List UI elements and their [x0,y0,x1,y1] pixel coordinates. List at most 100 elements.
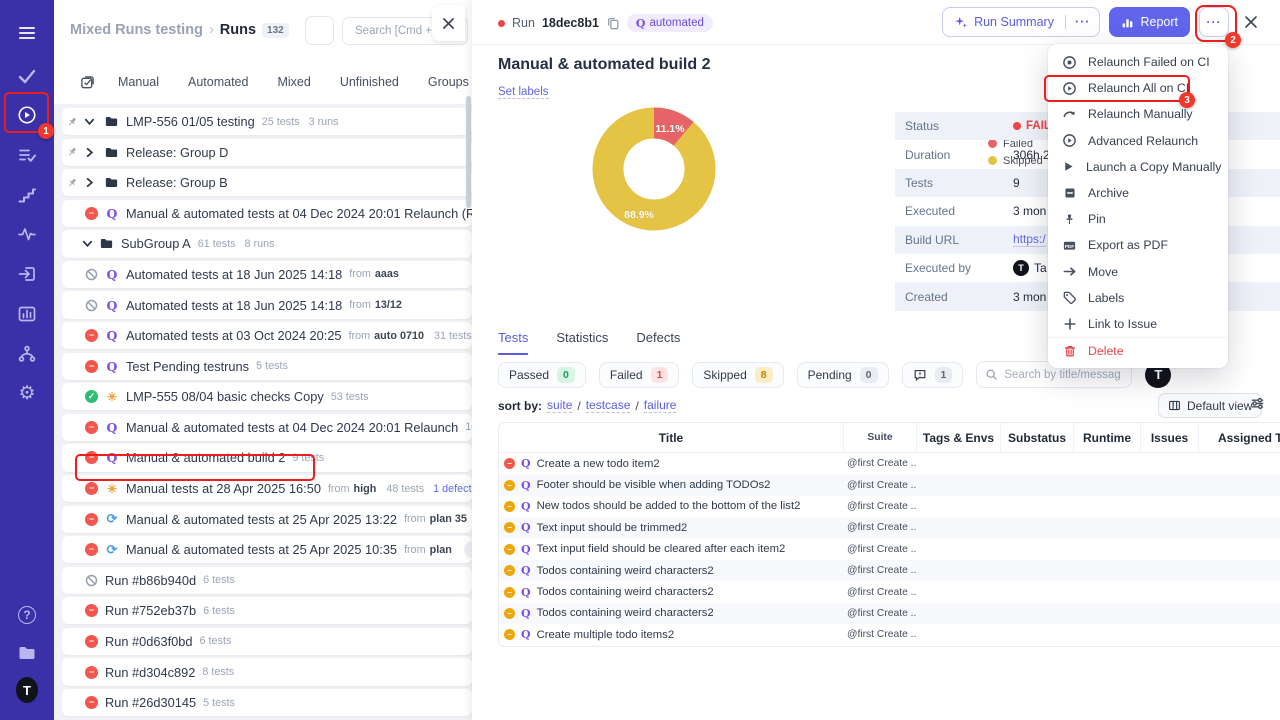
table-settings-icon[interactable] [1250,396,1265,414]
runs-tab-automated[interactable]: Automated [188,75,248,89]
menu-item-relaunch-failed-on-ci[interactable]: Relaunch Failed on CI [1048,49,1228,75]
run-list-item[interactable]: − Q Manual & automated tests at 04 Dec 202… [62,199,472,227]
report-button[interactable]: Report [1109,7,1190,37]
breadcrumb-project[interactable]: Mixed Runs testing [70,22,203,38]
sidebar-branch-icon[interactable] [16,343,38,365]
default-view-button[interactable]: Default view [1158,393,1263,418]
column-header[interactable]: Runtime [1074,423,1141,452]
sidebar-menu-icon[interactable] [16,22,38,44]
chevron-right-icon[interactable] [83,146,96,159]
menu-item-labels[interactable]: Labels [1048,285,1228,311]
sidebar-gear-icon[interactable]: ⚙ [16,382,38,404]
test-row[interactable]: − Q Text input should be trimmed2 @first C… [499,517,1280,539]
menu-item-relaunch-manually[interactable]: Relaunch Manually [1048,101,1228,127]
sidebar-activity-icon[interactable] [16,223,38,245]
run-list-item[interactable]: − Q Test Pending testruns 5 tests [62,352,472,380]
run-group-item[interactable]: Release: Group D [62,138,472,166]
test-row[interactable]: − Q Todos containing weird characters2 @fi… [499,559,1280,582]
select-runs-icon[interactable] [80,75,95,90]
tab-tests[interactable]: Tests [498,330,529,355]
run-list-item[interactable]: − Q Automated tests at 03 Oct 2024 20:25 fr… [62,322,472,350]
menu-item-relaunch-all-on-ci[interactable]: Relaunch All on CI [1048,75,1228,101]
test-row[interactable]: − Q Todos containing weird characters2 @fi… [499,602,1280,625]
set-labels-link[interactable]: Set labels [498,86,549,99]
column-header[interactable]: Tags & Envs [917,423,1001,452]
build-url-link[interactable]: https:/ [1013,232,1046,248]
test-row[interactable]: − Q Create multiple todo items2 @first Cre… [499,624,1280,645]
sidebar-play-circle-icon[interactable] [16,104,38,126]
menu-item-export-as-pdf[interactable]: PDF Export as PDF [1048,232,1228,258]
run-list-item[interactable]: − Run #752eb37b 6 tests [62,597,472,625]
sidebar-help-icon[interactable]: ? [16,604,38,626]
test-row[interactable]: − Q Footer should be visible when adding T… [499,474,1280,496]
column-header[interactable]: Suite [844,423,917,452]
column-header[interactable]: Substatus [1001,423,1074,452]
run-group-item[interactable]: SubGroup A 61 tests 8 runs [62,230,472,258]
breadcrumb-section[interactable]: Runs [220,22,256,38]
run-list-item[interactable]: Q Automated tests at 18 Jun 2025 14:18 fro… [62,291,472,319]
automated-tag[interactable]: Q automated [626,14,713,32]
menu-item-delete[interactable]: Delete [1048,337,1228,363]
sidebar-bar-chart-icon[interactable] [16,303,38,325]
runs-tab-manual[interactable]: Manual [118,75,159,89]
sidebar-login-icon[interactable] [16,263,38,285]
test-row[interactable]: − Q New todos should be added to the botto… [499,496,1280,517]
runs-scrollbar[interactable] [466,96,471,208]
run-list-item[interactable]: Q Automated tests at 18 Jun 2025 14:18 fro… [62,260,472,289]
defects-link[interactable]: 1 defects [433,483,472,495]
run-list-item[interactable]: − ⟳ Manual & automated tests at 25 Apr 202… [62,536,472,564]
comments-filter-pill[interactable]: 1 [901,361,964,388]
filter-button[interactable] [305,16,334,45]
sidebar-folder-icon[interactable] [16,642,38,664]
run-summary-more-button[interactable]: ··· [1064,15,1100,29]
run-group-item[interactable]: LMP-556 01/05 testing 25 tests 3 runs [62,108,472,136]
column-header[interactable]: Issues [1141,423,1199,452]
runs-tab-groups[interactable]: Groups [428,75,469,89]
run-summary-button[interactable]: Run Summary ··· [942,7,1101,37]
menu-item-move[interactable]: Move [1048,259,1228,285]
sidebar-check-icon[interactable] [16,65,38,87]
tab-defects[interactable]: Defects [636,330,680,355]
run-list-item[interactable]: − ✳ Manual tests at 28 Apr 2025 16:50 from h… [62,474,472,503]
chevron-down-icon[interactable] [83,115,96,128]
run-list-item[interactable]: ✓ ✳ LMP-555 08/04 basic checks Copy 53 test… [62,383,472,411]
menu-item-pin[interactable]: Pin [1048,206,1228,232]
run-list-item[interactable]: − Q Manual & automated build 2 9 tests [62,444,472,472]
sidebar-list-check-icon[interactable] [16,144,38,166]
test-row[interactable]: − Q Text input field should be cleared aft… [499,539,1280,560]
sort-link-testcase[interactable]: testcase [585,398,631,413]
run-group-item[interactable]: Release: Group B [62,169,472,197]
run-list-item[interactable]: − Run #0d63f0bd 6 tests [62,627,472,656]
tab-statistics[interactable]: Statistics [556,330,608,355]
menu-item-archive[interactable]: Archive [1048,180,1228,206]
run-list-item[interactable]: − Run #26d30145 5 tests [62,688,472,717]
sort-link-suite[interactable]: suite [547,398,573,413]
tests-search-input[interactable] [1004,368,1121,381]
test-row[interactable]: − Q Create a new todo item2 @first Create … [499,453,1280,474]
copy-icon[interactable] [606,16,620,30]
menu-item-launch-a-copy-manually[interactable]: Launch a Copy Manually [1048,154,1228,180]
run-list-item[interactable]: Run #b86b940d 6 tests [62,566,472,594]
sidebar-avatar[interactable]: T [16,677,38,703]
filter-pill-skipped[interactable]: Skipped 8 [692,361,784,388]
more-actions-button[interactable]: ··· [1199,7,1229,37]
sidebar-steps-icon[interactable] [16,184,38,206]
runs-search-input[interactable] [355,25,443,37]
detail-close-button[interactable] [1244,15,1258,29]
chevron-right-icon[interactable] [83,176,96,189]
menu-item-advanced-relaunch[interactable]: Advanced Relaunch [1048,128,1228,154]
run-list-item[interactable]: − Run #d304c892 8 tests [62,658,472,686]
panel-close-button[interactable] [432,5,465,41]
run-list-item[interactable]: − Q Manual & automated tests at 04 Dec 202… [62,413,472,441]
runs-tab-unfinished[interactable]: Unfinished [340,75,399,89]
chevron-down-icon[interactable] [81,237,94,250]
filter-pill-passed[interactable]: Passed 0 [498,361,586,388]
menu-item-link-to-issue[interactable]: Link to Issue [1048,311,1228,337]
runs-tab-mixed[interactable]: Mixed [277,75,310,89]
test-row[interactable]: − Q Todos containing weird characters2 @fi… [499,581,1280,602]
column-header[interactable]: Assigned To [1199,423,1280,452]
filter-pill-failed[interactable]: Failed 1 [598,361,680,388]
sort-link-failure[interactable]: failure [643,398,677,413]
column-header[interactable]: Title [499,423,844,452]
filter-pill-pending[interactable]: Pending 0 [796,361,889,388]
